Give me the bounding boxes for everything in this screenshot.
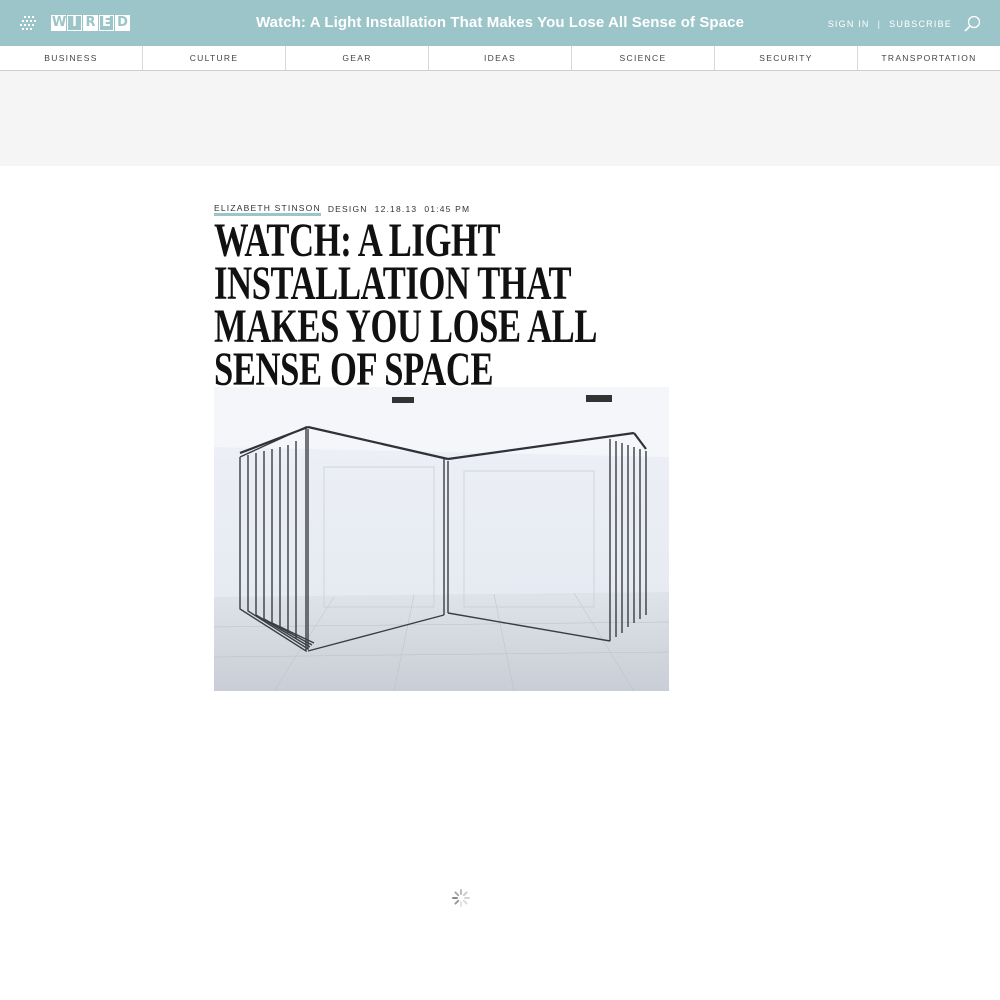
header-article-title: Watch: A Light Installation That Makes Y… bbox=[255, 14, 745, 31]
account-separator: | bbox=[877, 19, 882, 29]
account-links: SIGN IN | SUBSCRIBE bbox=[828, 19, 952, 29]
top-bar: W I R E D Watch: A Light Installation Th… bbox=[0, 0, 1000, 46]
hero-image[interactable] bbox=[214, 387, 669, 691]
logo-letter: E bbox=[99, 15, 114, 31]
nav-item-transportation[interactable]: TRANSPORTATION bbox=[858, 46, 1000, 70]
section-nav: BUSINESS CULTURE GEAR IDEAS SCIENCE SECU… bbox=[0, 46, 1000, 71]
nav-item-science[interactable]: SCIENCE bbox=[572, 46, 715, 70]
grid-menu-icon[interactable] bbox=[20, 16, 36, 32]
loading-spinner-icon bbox=[452, 889, 470, 907]
nav-item-gear[interactable]: GEAR bbox=[286, 46, 429, 70]
logo-letter: W bbox=[51, 15, 67, 31]
ad-banner-area bbox=[0, 71, 1000, 166]
wired-logo[interactable]: W I R E D bbox=[51, 15, 130, 31]
nav-item-security[interactable]: SECURITY bbox=[715, 46, 858, 70]
subscribe-link[interactable]: SUBSCRIBE bbox=[889, 19, 952, 29]
search-icon[interactable] bbox=[964, 15, 981, 32]
nav-item-ideas[interactable]: IDEAS bbox=[429, 46, 572, 70]
light-installation-photo bbox=[214, 387, 669, 691]
sign-in-link[interactable]: SIGN IN bbox=[828, 19, 870, 29]
nav-item-culture[interactable]: CULTURE bbox=[143, 46, 286, 70]
logo-letter: I bbox=[67, 15, 82, 31]
nav-item-business[interactable]: BUSINESS bbox=[0, 46, 143, 70]
logo-letter: R bbox=[83, 15, 98, 31]
article-headline: Watch: A Light Installation That Makes Y… bbox=[214, 214, 596, 396]
logo-letter: D bbox=[115, 15, 130, 31]
